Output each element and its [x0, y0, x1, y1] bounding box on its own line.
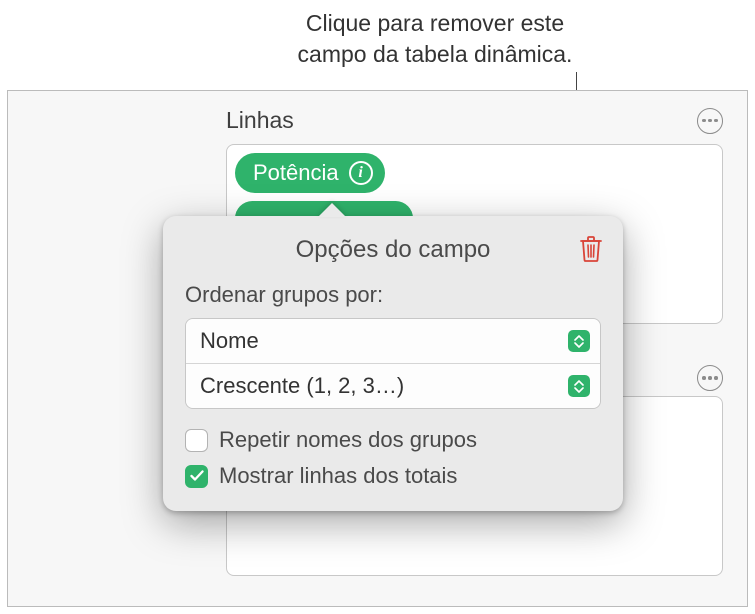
sort-order-value: Crescente (1, 2, 3…) — [200, 373, 404, 399]
callout-annotation: Clique para remover este campo da tabela… — [195, 8, 675, 70]
popover-title: Opções do campo — [185, 236, 601, 264]
more-options-icon-2[interactable] — [697, 365, 723, 391]
show-totals-label: Mostrar linhas dos totais — [219, 463, 457, 489]
checkbox-unchecked-icon — [185, 429, 208, 452]
chevron-up-down-icon — [568, 330, 590, 352]
repeat-groups-checkbox-row[interactable]: Repetir nomes dos grupos — [185, 427, 601, 453]
show-totals-checkbox-row[interactable]: Mostrar linhas dos totais — [185, 463, 601, 489]
more-options-icon[interactable] — [697, 108, 723, 134]
section-title: Linhas — [226, 107, 294, 134]
sort-order-select[interactable]: Crescente (1, 2, 3…) — [186, 363, 600, 408]
info-icon[interactable]: i — [349, 161, 373, 185]
field-pill-potencia[interactable]: Potência i — [235, 153, 385, 193]
field-options-popover: Opções do campo Ordenar grupos por: Nome… — [163, 216, 623, 511]
sort-by-select[interactable]: Nome — [186, 319, 600, 363]
field-pill-label: Potência — [253, 160, 339, 186]
checkbox-checked-icon — [185, 465, 208, 488]
sort-by-label: Ordenar grupos por: — [185, 282, 601, 308]
callout-line-2: campo da tabela dinâmica. — [298, 41, 573, 67]
sort-by-value: Nome — [200, 328, 259, 354]
trash-icon[interactable] — [579, 234, 603, 262]
chevron-up-down-icon — [568, 375, 590, 397]
sort-select-group: Nome Crescente (1, 2, 3…) — [185, 318, 601, 409]
repeat-groups-label: Repetir nomes dos grupos — [219, 427, 477, 453]
section-header: Linhas — [226, 107, 723, 134]
callout-line-1: Clique para remover este — [306, 10, 564, 36]
